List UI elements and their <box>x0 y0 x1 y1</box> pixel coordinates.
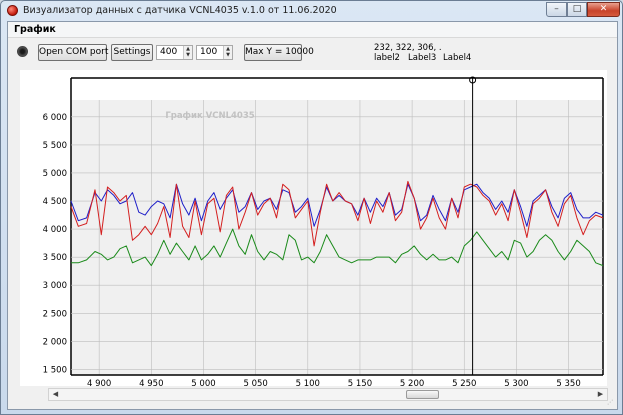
spin-100-value: 100 <box>200 47 218 57</box>
spin-400[interactable]: 400 ▲ ▼ <box>156 45 193 60</box>
x-tick-label: 5 350 <box>556 379 580 386</box>
resize-grip-icon[interactable]: ⋰ <box>607 399 615 407</box>
x-tick-label: 5 200 <box>400 379 424 386</box>
close-button[interactable]: ✕ <box>587 2 620 17</box>
client-area: График Open COM port Settings 400 ▲ ▼ 100… <box>7 21 618 410</box>
scroll-left-icon[interactable]: ◀ <box>49 389 62 400</box>
x-tick-label: 4 950 <box>139 379 163 386</box>
menu-bar: График <box>8 22 617 38</box>
window-title: Визуализатор данных с датчика VCNL4035 v… <box>23 5 337 16</box>
sensor-values-label: 232, 322, 306, . <box>374 43 442 53</box>
spin-arrows-icon[interactable]: ▲ ▼ <box>223 46 232 59</box>
spin-400-value: 400 <box>160 47 178 57</box>
open-com-port-button[interactable]: Open COM port <box>38 44 108 61</box>
y-tick-label: 6 000 <box>43 113 67 123</box>
scroll-right-icon[interactable]: ▶ <box>594 389 607 400</box>
scroll-thumb[interactable] <box>406 390 439 399</box>
chart-title: График VCNL4035 <box>165 111 254 121</box>
maximize-button[interactable]: □ <box>567 2 587 17</box>
y-tick-label: 4 500 <box>43 197 67 207</box>
plot-area <box>71 100 603 375</box>
y-tick-label: 2 500 <box>43 309 67 319</box>
connection-indicator <box>17 46 28 57</box>
y-tick-label: 5 500 <box>43 141 67 151</box>
x-tick-label: 5 150 <box>348 379 372 386</box>
x-tick-label: 5 000 <box>191 379 215 386</box>
spin-100[interactable]: 100 ▲ ▼ <box>196 45 233 60</box>
y-tick-label: 4 000 <box>43 225 67 235</box>
x-tick-label: 5 250 <box>452 379 476 386</box>
label4: Label4 <box>443 53 472 63</box>
line-chart[interactable]: 1 500 2 000 2 500 3 000 3 500 4 000 4 500 5 000… <box>20 70 607 389</box>
app-window: Визуализатор данных с датчика VCNL4035 v… <box>0 0 623 415</box>
y-tick-label: 3 000 <box>43 281 67 291</box>
menu-item-graph[interactable]: График <box>14 24 56 35</box>
app-icon <box>7 5 18 16</box>
minimize-button[interactable]: – <box>546 2 567 17</box>
chart-panel[interactable]: 1 500 2 000 2 500 3 000 3 500 4 000 4 500 5 000… <box>20 70 607 389</box>
title-bar[interactable]: Визуализатор данных с датчика VCNL4035 v… <box>1 1 622 21</box>
y-tick-label: 1 500 <box>43 365 67 375</box>
y-tick-label: 3 500 <box>43 253 67 263</box>
x-tick-label: 5 050 <box>243 379 267 386</box>
settings-button[interactable]: Settings <box>111 44 153 61</box>
x-tick-label: 5 300 <box>504 379 528 386</box>
label2: label2 <box>374 53 400 63</box>
y-tick-label: 2 000 <box>43 337 67 347</box>
max-y-button[interactable]: Max Y = 10000 <box>244 44 314 61</box>
label3: Label3 <box>408 53 437 63</box>
spin-arrows-icon[interactable]: ▲ ▼ <box>183 46 192 59</box>
x-tick-label: 5 100 <box>296 379 320 386</box>
y-tick-label: 5 000 <box>43 169 67 179</box>
x-tick-label: 4 900 <box>87 379 111 386</box>
horizontal-scrollbar[interactable]: ◀ ▶ <box>48 388 608 401</box>
